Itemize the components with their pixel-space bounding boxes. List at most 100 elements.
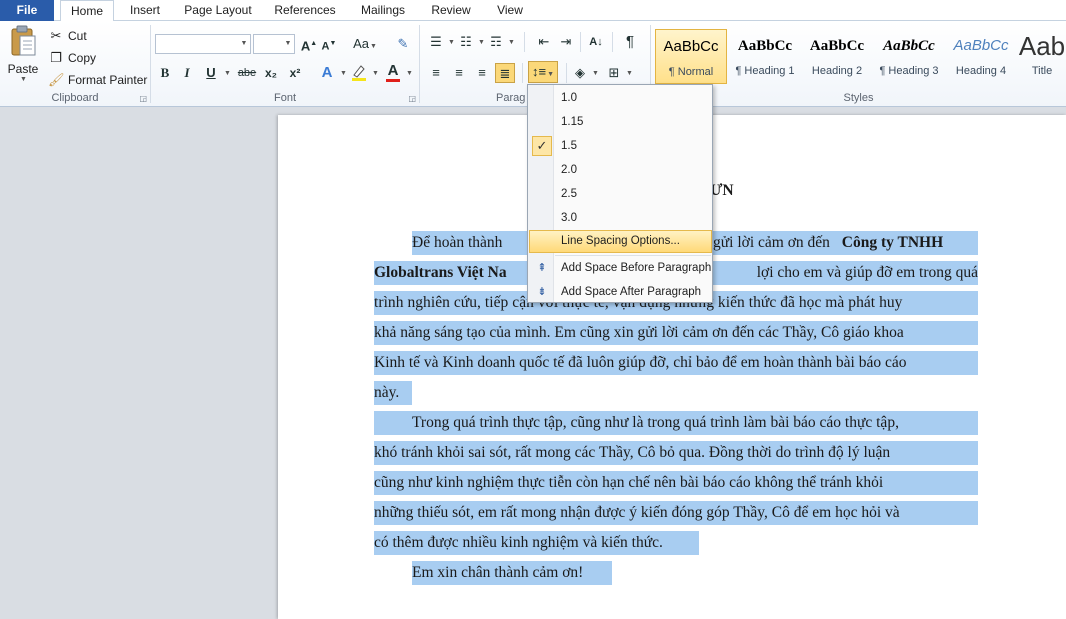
doc-text-line: khó tránh khỏi sai sót, rất mong các Thầ… — [374, 441, 978, 465]
style-heading-2[interactable]: AaBbCc Heading 2 — [801, 29, 873, 84]
borders-icon[interactable]: ⊞ — [604, 63, 624, 83]
doc-text-line: có thêm được nhiều kinh nghiệm và kiến t… — [374, 531, 699, 555]
tab-view[interactable]: View — [488, 0, 532, 21]
font-name-combo[interactable]: ▼ — [155, 34, 251, 54]
style-name: ¶ Heading 3 — [879, 65, 939, 77]
tab-insert[interactable]: Insert — [120, 0, 170, 21]
style-name: ¶ Heading 1 — [735, 65, 795, 77]
style-sample: AaBbCc — [737, 38, 793, 54]
format-painter-label: Format Painter — [68, 73, 148, 87]
line-spacing-option-1-15[interactable]: 1.15 — [529, 110, 712, 134]
doc-text-line: Em xin chân thành cảm ơn! — [412, 561, 612, 585]
line-spacing-option-2-5[interactable]: 2.5 — [529, 182, 712, 206]
font-color-dropdown-icon[interactable]: ▼ — [406, 70, 413, 77]
show-formatting-marks-icon[interactable]: ¶ — [620, 32, 640, 52]
font-dialog-launcher-icon[interactable]: ◲ — [408, 94, 416, 103]
divider — [580, 32, 581, 52]
style-heading-4[interactable]: AaBbCc Heading 4 — [945, 29, 1017, 84]
option-label: 2.0 — [561, 164, 577, 176]
option-label: 2.5 — [561, 188, 577, 200]
align-left-icon[interactable]: ≡ — [426, 63, 446, 83]
italic-button[interactable]: I — [177, 63, 197, 83]
bold-button[interactable]: B — [155, 63, 175, 83]
decrease-indent-icon[interactable]: ⇤ — [534, 32, 554, 52]
subscript-button[interactable]: x₂ — [261, 63, 281, 83]
clipboard-dialog-launcher-icon[interactable]: ◲ — [139, 94, 147, 103]
multilevel-list-icon[interactable]: ☶ — [486, 32, 506, 52]
clipboard-group: Paste ▼ ✂ Cut ❐ Copy 🖌 Format Painter Cl… — [0, 23, 150, 105]
tab-page-layout[interactable]: Page Layout — [178, 0, 258, 21]
align-right-icon[interactable]: ≡ — [472, 63, 492, 83]
style-sample: AaBbCc — [809, 38, 865, 54]
align-center-icon[interactable]: ≡ — [449, 63, 469, 83]
font-size-combo[interactable]: ▼ — [253, 34, 295, 54]
change-case-button[interactable]: Aa▼ — [351, 34, 379, 54]
line-spacing-button[interactable]: ↕≡▼ — [528, 61, 558, 83]
font-color-icon[interactable]: A — [383, 61, 403, 82]
justify-icon[interactable]: ≣ — [495, 63, 515, 83]
increase-indent-icon[interactable]: ⇥ — [556, 32, 576, 52]
multilevel-dropdown-icon[interactable]: ▼ — [508, 39, 515, 46]
text-effects-icon[interactable]: A — [317, 63, 337, 83]
clear-formatting-icon[interactable]: ✎ — [393, 34, 413, 54]
chevron-down-icon[interactable]: ▼ — [238, 35, 250, 53]
option-label: 1.15 — [561, 116, 584, 128]
paste-button[interactable]: Paste ▼ — [6, 25, 40, 87]
line-spacing-options-item[interactable]: Line Spacing Options... — [529, 230, 712, 253]
shading-dropdown-icon[interactable]: ▼ — [592, 70, 599, 77]
doc-text-fragment: gửi lời cảm ơn đến Công ty TNHH — [713, 231, 978, 255]
add-space-before-item[interactable]: ⇞ Add Space Before Paragraph — [529, 256, 712, 280]
paste-dropdown-icon[interactable]: ▼ — [7, 76, 40, 83]
doc-text-line: này. — [374, 381, 412, 405]
text-effects-dropdown-icon[interactable]: ▼ — [340, 70, 347, 77]
underline-dropdown-icon[interactable]: ▼ — [224, 70, 231, 77]
line-spacing-menu: 1.0 1.15 ✓ 1.5 2.0 2.5 3.0 Line Spacing … — [527, 84, 713, 303]
divider — [524, 32, 525, 52]
tab-file[interactable]: File — [0, 0, 54, 21]
paste-label: Paste — [7, 62, 39, 76]
highlight-dropdown-icon[interactable]: ▼ — [372, 70, 379, 77]
shading-icon[interactable]: ◈ — [570, 63, 590, 83]
numbering-icon[interactable]: ☷ — [456, 32, 476, 52]
format-painter-button[interactable]: 🖌 Format Painter — [48, 70, 147, 90]
strikethrough-button[interactable]: abe — [235, 63, 259, 83]
tab-review[interactable]: Review — [424, 0, 478, 21]
doc-text-line: khả năng sáng tạo của mình. Em cũng xin … — [374, 321, 978, 345]
bullets-icon[interactable]: ☰ — [426, 32, 446, 52]
option-label: 1.5 — [561, 140, 577, 152]
tab-mailings[interactable]: Mailings — [352, 0, 414, 21]
line-spacing-option-1-0[interactable]: 1.0 — [529, 86, 712, 110]
underline-button[interactable]: U — [201, 63, 221, 83]
line-spacing-option-1-5[interactable]: ✓ 1.5 — [529, 134, 712, 158]
option-label: Add Space Before Paragraph — [561, 262, 712, 274]
add-space-after-item[interactable]: ⇟ Add Space After Paragraph — [529, 280, 712, 304]
sort-icon[interactable]: A↓ — [586, 32, 606, 52]
numbering-dropdown-icon[interactable]: ▼ — [478, 39, 485, 46]
bullets-dropdown-icon[interactable]: ▼ — [448, 39, 455, 46]
style-title[interactable]: Aab Title — [1017, 29, 1066, 84]
style-heading-3[interactable]: AaBbCc ¶ Heading 3 — [873, 29, 945, 84]
chevron-down-icon[interactable]: ▼ — [282, 35, 294, 53]
shrink-font-icon[interactable]: A▼ — [319, 34, 339, 54]
line-spacing-option-2-0[interactable]: 2.0 — [529, 158, 712, 182]
grow-font-icon[interactable]: A▲ — [299, 34, 319, 54]
cut-button[interactable]: ✂ Cut — [48, 26, 87, 46]
tab-references[interactable]: References — [268, 0, 342, 21]
doc-text-fragment: gửi lời cảm ơn đến — [713, 234, 830, 251]
style-name: Heading 4 — [955, 65, 1007, 77]
divider — [522, 63, 523, 83]
style-normal[interactable]: AaBbCc ¶ Normal — [655, 29, 727, 84]
borders-dropdown-icon[interactable]: ▼ — [626, 70, 633, 77]
doc-text-line: Trong quá trình thực tập, cũng như là tr… — [374, 411, 978, 435]
copy-label: Copy — [68, 51, 97, 65]
copy-button[interactable]: ❐ Copy — [48, 48, 96, 68]
tab-home[interactable]: Home — [60, 0, 114, 22]
cut-label: Cut — [68, 29, 87, 43]
superscript-button[interactable]: x² — [285, 63, 305, 83]
paste-icon — [11, 25, 36, 56]
line-spacing-option-3-0[interactable]: 3.0 — [529, 206, 712, 230]
copy-icon: ❐ — [50, 50, 62, 65]
style-heading-1[interactable]: AaBbCc ¶ Heading 1 — [729, 29, 801, 84]
highlight-color-icon[interactable] — [349, 63, 369, 83]
checkmark-icon: ✓ — [532, 136, 552, 156]
